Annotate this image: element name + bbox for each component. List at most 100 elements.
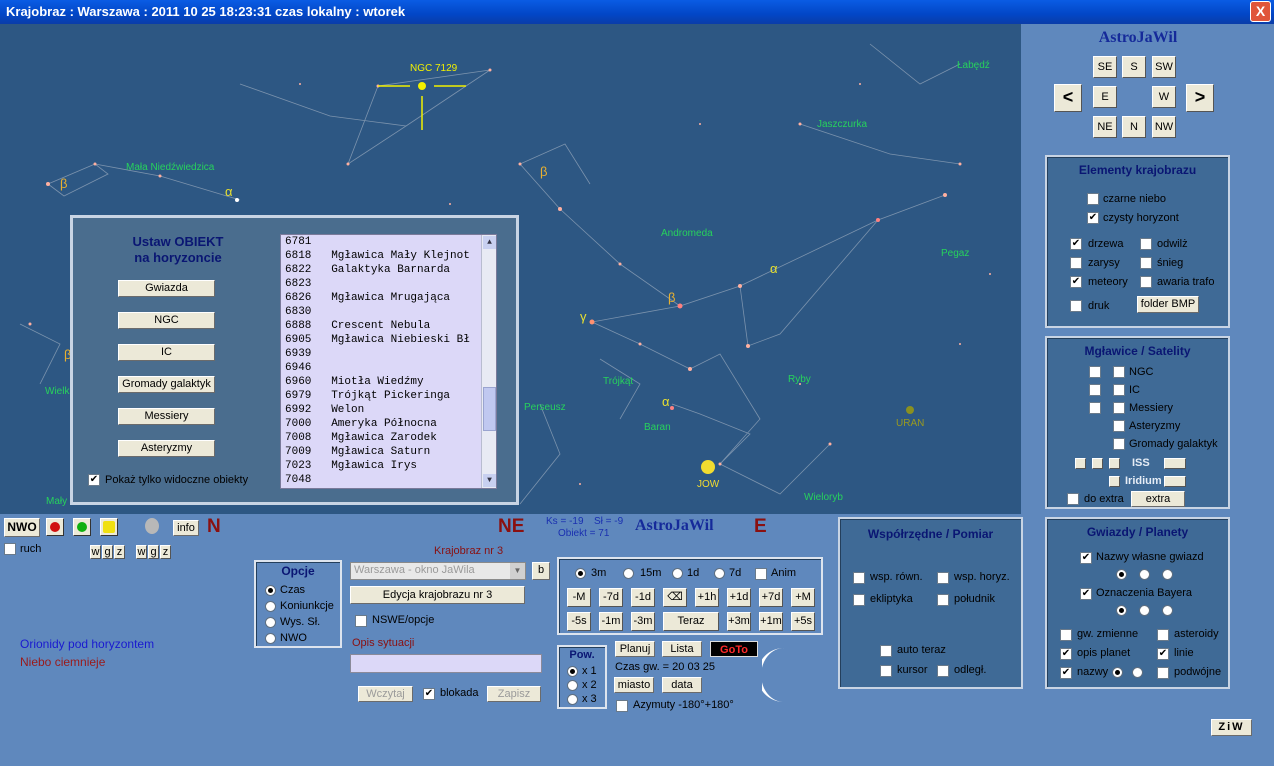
time-step-button[interactable]: -1d xyxy=(631,588,655,607)
names-radio-2[interactable] xyxy=(1139,569,1150,580)
bayer-radio-2[interactable] xyxy=(1139,605,1150,616)
rotate-right-button[interactable]: > xyxy=(1186,84,1214,112)
time-step-button[interactable]: +1d xyxy=(727,588,751,607)
nswe-checkbox[interactable] xyxy=(355,615,367,627)
list-item[interactable]: 6960 Miotła Wiedźmy xyxy=(281,375,496,389)
cursor-checkbox[interactable] xyxy=(880,665,892,677)
koniunkcje-radio[interactable] xyxy=(265,601,276,612)
step-3m-radio[interactable] xyxy=(575,568,586,579)
list-scrollbar[interactable]: ▲ ▼ xyxy=(481,235,496,488)
load-button[interactable]: Wczytaj xyxy=(358,686,413,702)
wgz-toggle[interactable]: w xyxy=(136,545,147,559)
list-item[interactable]: 7048 xyxy=(281,473,496,487)
planet-desc-checkbox[interactable]: ✔ xyxy=(1060,648,1072,660)
lista-button[interactable]: Lista xyxy=(662,641,702,657)
power-failure-checkbox[interactable] xyxy=(1140,276,1152,288)
dir-se-button[interactable]: SE xyxy=(1093,56,1117,78)
list-item[interactable]: 6979 Trójkąt Pickeringa xyxy=(281,389,496,403)
moon-icon[interactable] xyxy=(141,516,163,538)
galaxy-clusters-button[interactable]: Gromady galaktyk xyxy=(118,376,215,393)
list-item[interactable]: 6830 xyxy=(281,305,496,319)
scroll-down-icon[interactable]: ▼ xyxy=(483,474,496,487)
double-checkbox[interactable] xyxy=(1157,667,1169,679)
dir-ne-button[interactable]: NE xyxy=(1093,116,1117,138)
data-button[interactable]: data xyxy=(662,677,702,693)
close-button[interactable]: X xyxy=(1250,1,1271,22)
chevron-down-icon[interactable]: ▼ xyxy=(510,563,525,579)
czas-radio[interactable] xyxy=(265,585,276,596)
b-button[interactable]: b xyxy=(532,562,550,580)
scroll-up-icon[interactable]: ▲ xyxy=(483,236,496,249)
dir-e-button[interactable]: E xyxy=(1093,86,1117,108)
time-step-button[interactable]: -7d xyxy=(599,588,623,607)
distance-checkbox[interactable] xyxy=(937,665,949,677)
time-step-button[interactable]: +5s xyxy=(791,612,815,631)
trees-checkbox[interactable]: ✔ xyxy=(1070,238,1082,250)
iss-button[interactable] xyxy=(1164,458,1186,469)
iss-option-3[interactable] xyxy=(1109,458,1120,469)
zoom-x1-radio[interactable] xyxy=(567,666,578,677)
red-color-button[interactable] xyxy=(46,518,64,536)
list-item[interactable]: 6826 Mgławica Mrugająca xyxy=(281,291,496,305)
meteors-checkbox[interactable]: ✔ xyxy=(1070,276,1082,288)
list-item[interactable]: 6823 xyxy=(281,277,496,291)
list-item[interactable]: 7000 Ameryka Północna xyxy=(281,417,496,431)
time-step-button[interactable]: -1m xyxy=(599,612,623,631)
list-item[interactable]: 6992 Welon xyxy=(281,403,496,417)
time-step-button[interactable]: +M xyxy=(791,588,815,607)
save-button[interactable]: Zapisz xyxy=(487,686,541,702)
anim-checkbox[interactable] xyxy=(755,568,767,580)
dir-n-button[interactable]: N xyxy=(1122,116,1146,138)
ngc-button[interactable]: NGC xyxy=(118,312,215,329)
iss-option-1[interactable] xyxy=(1075,458,1086,469)
now-button[interactable]: Teraz xyxy=(663,612,719,631)
horizontal-checkbox[interactable] xyxy=(937,572,949,584)
time-step-button[interactable]: +1m xyxy=(759,612,783,631)
bayer-radio-3[interactable] xyxy=(1162,605,1173,616)
step-7d-radio[interactable] xyxy=(714,568,725,579)
ic-a-checkbox[interactable] xyxy=(1089,384,1101,396)
scroll-thumb[interactable] xyxy=(483,387,496,431)
wgz-toggle[interactable]: w xyxy=(90,545,101,559)
names-mode-radio-2[interactable] xyxy=(1132,667,1143,678)
bayer-radio-1[interactable] xyxy=(1116,605,1127,616)
yellow-color-button[interactable] xyxy=(100,518,118,536)
list-item[interactable]: 7023 Mgławica Irys xyxy=(281,459,496,473)
galaxy-clusters-checkbox[interactable] xyxy=(1113,438,1125,450)
wys-sl-radio[interactable] xyxy=(265,617,276,628)
snow-checkbox[interactable] xyxy=(1140,257,1152,269)
dir-sw-button[interactable]: SW xyxy=(1152,56,1176,78)
time-step-button[interactable]: ⌫ xyxy=(663,588,687,607)
lines-checkbox[interactable]: ✔ xyxy=(1157,648,1169,660)
list-item[interactable]: 6781 xyxy=(281,235,496,249)
asterisms-checkbox[interactable] xyxy=(1113,420,1125,432)
time-step-button[interactable]: -3m xyxy=(631,612,655,631)
black-sky-checkbox[interactable] xyxy=(1087,193,1099,205)
ecliptic-checkbox[interactable] xyxy=(853,594,865,606)
equatorial-checkbox[interactable] xyxy=(853,572,865,584)
dir-w-button[interactable]: W xyxy=(1152,86,1176,108)
names-checkbox[interactable]: ✔ xyxy=(1060,667,1072,679)
list-item[interactable]: 6939 xyxy=(281,347,496,361)
thaw-checkbox[interactable] xyxy=(1140,238,1152,250)
asteroids-checkbox[interactable] xyxy=(1157,629,1169,641)
ic-button[interactable]: IC xyxy=(118,344,215,361)
variable-stars-checkbox[interactable] xyxy=(1060,629,1072,641)
miasto-button[interactable]: miasto xyxy=(614,677,654,693)
lock-checkbox[interactable]: ✔ xyxy=(423,688,435,700)
info-button[interactable]: info xyxy=(173,520,199,536)
clear-horizon-checkbox[interactable]: ✔ xyxy=(1087,212,1099,224)
time-step-button[interactable]: +1h xyxy=(695,588,719,607)
dir-nw-button[interactable]: NW xyxy=(1152,116,1176,138)
gwiazda-button[interactable]: Gwiazda xyxy=(118,280,215,297)
asterisms-button[interactable]: Asteryzmy xyxy=(118,440,215,457)
iridium-option[interactable] xyxy=(1109,476,1120,487)
wgz-toggle[interactable]: g xyxy=(102,545,113,559)
iss-option-2[interactable] xyxy=(1092,458,1103,469)
nwo-radio[interactable] xyxy=(265,633,276,644)
list-item[interactable]: 6822 Galaktyka Barnarda xyxy=(281,263,496,277)
names-radio-1[interactable] xyxy=(1116,569,1127,580)
planuj-button[interactable]: Planuj xyxy=(615,641,655,657)
list-item[interactable]: 6818 Mgławica Mały Klejnot xyxy=(281,249,496,263)
messier-button[interactable]: Messiery xyxy=(118,408,215,425)
